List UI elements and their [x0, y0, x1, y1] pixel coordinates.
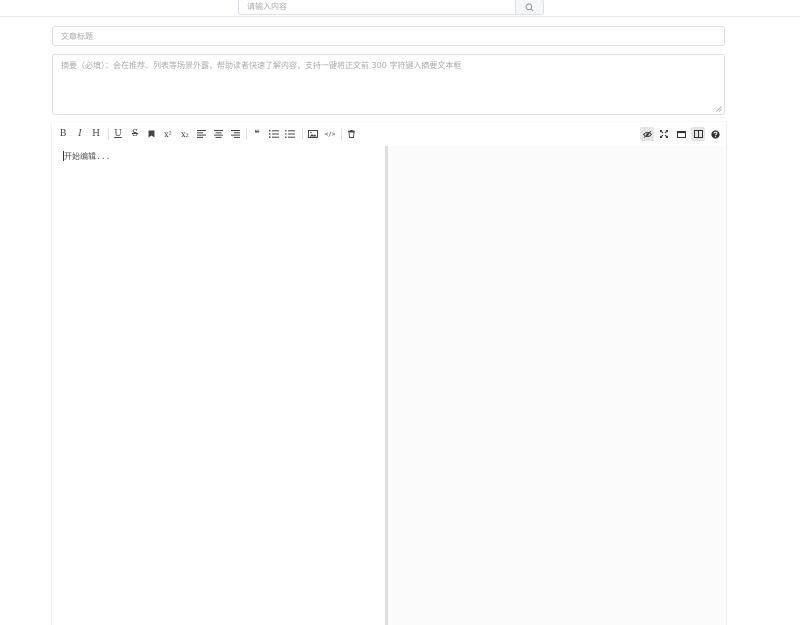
unordered-list-icon [285, 130, 295, 138]
article-title-input[interactable]: 文章标题 [52, 26, 725, 46]
heading-button[interactable]: H [89, 127, 103, 141]
toolbar-divider [341, 128, 342, 140]
heading-icon: H [92, 129, 100, 139]
preview-pane [388, 146, 726, 625]
italic-icon: I [78, 129, 82, 139]
subscript-button[interactable]: x₂ [178, 127, 192, 141]
superscript-icon: x² [164, 129, 172, 139]
underline-icon: U [114, 129, 122, 139]
toolbar-divider [108, 128, 109, 140]
article-summary-textarea[interactable]: 摘要（必填）：会在推荐、列表等场景外露，帮助读者快速了解内容，支持一键将正文前 … [52, 54, 725, 115]
split-view-icon [693, 130, 703, 138]
split-view-button[interactable] [691, 127, 705, 141]
help-icon [710, 129, 720, 139]
align-center-icon [213, 130, 223, 138]
fullscreen-icon [660, 130, 668, 138]
toolbar-divider [246, 128, 247, 140]
image-icon [308, 130, 318, 138]
align-right-icon [230, 130, 240, 138]
help-button[interactable] [708, 127, 722, 141]
mark-icon [148, 130, 155, 138]
preview-toggle-icon [642, 130, 652, 138]
search-icon [525, 3, 534, 12]
fullscreen-button[interactable] [657, 127, 671, 141]
markdown-editor: B I H U S x² x₂ ❝ </> 开始编辑... [52, 122, 726, 625]
underline-button[interactable]: U [111, 127, 125, 141]
align-left-button[interactable] [194, 127, 208, 141]
trash-icon [347, 130, 355, 138]
superscript-button[interactable]: x² [161, 127, 175, 141]
strikethrough-icon: S [131, 129, 139, 139]
editor-toolbar: B I H U S x² x₂ ❝ </> [52, 122, 726, 146]
strikethrough-button[interactable]: S [128, 127, 142, 141]
unordered-list-button[interactable] [283, 127, 297, 141]
markdown-input-area[interactable]: 开始编辑... [52, 146, 385, 625]
search-input[interactable]: 请输入内容 [238, 0, 515, 15]
search-button[interactable] [515, 0, 544, 15]
resize-handle-icon[interactable] [716, 106, 722, 112]
align-center-button[interactable] [211, 127, 225, 141]
clear-button[interactable] [344, 127, 358, 141]
window-button[interactable] [674, 127, 688, 141]
bold-icon: B [59, 129, 67, 139]
quote-icon: ❝ [254, 129, 260, 139]
search-box: 请输入内容 [238, 0, 544, 15]
bold-button[interactable]: B [56, 127, 70, 141]
quote-button[interactable]: ❝ [250, 127, 264, 141]
toolbar-divider [302, 128, 303, 140]
mark-button[interactable] [144, 127, 158, 141]
italic-button[interactable]: I [73, 127, 87, 141]
editor-placeholder: 开始编辑... [64, 152, 111, 161]
code-icon: </> [324, 130, 336, 138]
image-button[interactable] [306, 127, 320, 141]
align-left-icon [196, 130, 206, 138]
ordered-list-button[interactable] [267, 127, 281, 141]
summary-placeholder: 摘要（必填）：会在推荐、列表等场景外露，帮助读者快速了解内容，支持一键将正文前 … [61, 61, 462, 70]
align-right-button[interactable] [228, 127, 242, 141]
top-bar: 请输入内容 [0, 0, 800, 17]
subscript-icon: x₂ [181, 129, 189, 139]
ordered-list-icon [269, 130, 279, 138]
preview-toggle-button[interactable] [640, 127, 654, 141]
code-button[interactable]: </> [323, 127, 337, 141]
window-icon [676, 130, 686, 138]
